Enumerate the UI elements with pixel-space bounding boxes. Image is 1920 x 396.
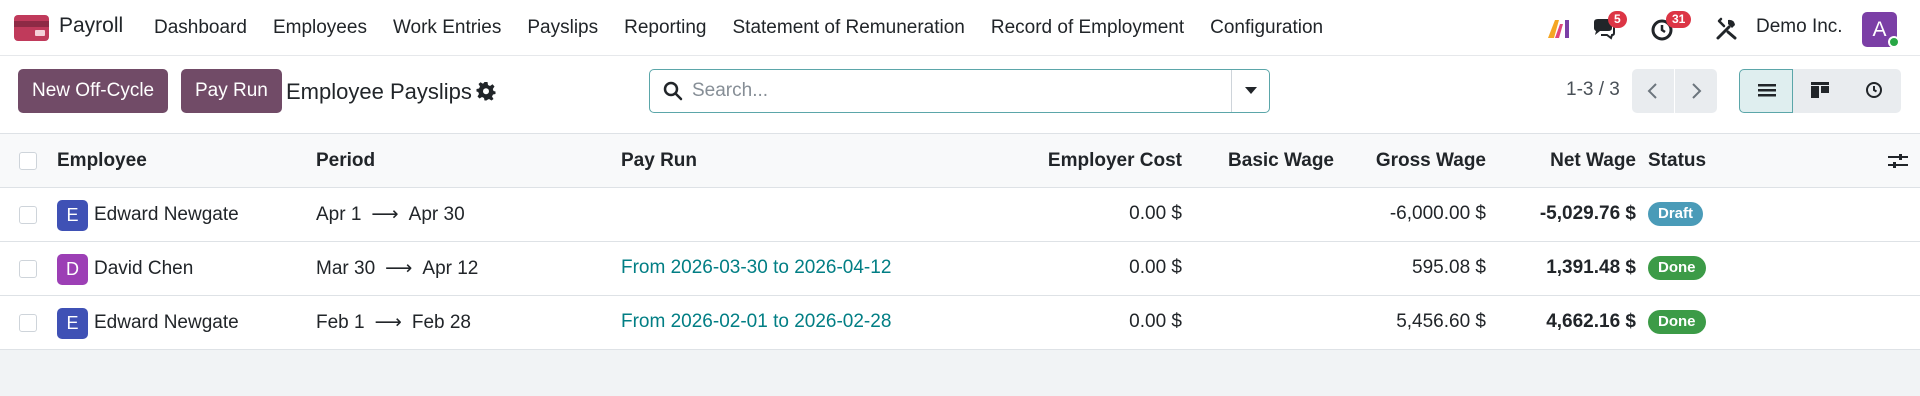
row-checkbox[interactable] [19, 260, 37, 278]
pay-run-button[interactable]: Pay Run [181, 69, 282, 113]
employee-name[interactable]: Edward Newgate [94, 204, 239, 226]
list-view-icon [1758, 84, 1776, 97]
search-icon [663, 81, 683, 101]
employer-cost: 0.00 $ [1129, 311, 1182, 332]
row-checkbox[interactable] [19, 206, 37, 224]
column-header-employer-cost[interactable]: Employer Cost [1048, 150, 1182, 172]
search-input[interactable] [692, 70, 1212, 112]
column-header-pay-run[interactable]: Pay Run [621, 150, 697, 172]
period: Mar 30 ⟶ Apr 12 [316, 257, 478, 280]
period: Feb 1 ⟶ Feb 28 [316, 311, 471, 334]
net-wage: 1,391.48 $ [1546, 257, 1636, 278]
payroll-app-icon[interactable] [14, 15, 49, 41]
period-end: Apr 12 [422, 258, 479, 279]
control-panel: New Off-Cycle Pay Run Employee Payslips … [0, 56, 1920, 134]
period-start: Apr 1 [316, 204, 362, 225]
column-header-gross-wage[interactable]: Gross Wage [1376, 150, 1486, 172]
pager-value[interactable]: 1-3 / 3 [1566, 79, 1620, 101]
debug-tools-icon[interactable] [1714, 16, 1740, 42]
clock-icon [1866, 82, 1882, 98]
menu-payslips[interactable]: Payslips [514, 0, 611, 56]
caret-down-icon [1245, 87, 1257, 94]
menu-work-entries[interactable]: Work Entries [380, 0, 514, 56]
app-name[interactable]: Payroll [59, 14, 123, 38]
table-row[interactable]: E Edward Newgate Feb 1 ⟶ Feb 28 From 2026-… [0, 296, 1920, 350]
pay-run-link[interactable]: From 2026-03-30 to 2026-04-12 [621, 257, 891, 279]
gross-wage: 595.08 $ [1412, 257, 1486, 278]
status-badge: Done [1648, 256, 1706, 280]
table-header: Employee Period Pay Run Employer Cost Ba… [0, 134, 1920, 188]
employer-cost: 0.00 $ [1129, 257, 1182, 278]
employee-name[interactable]: Edward Newgate [94, 312, 239, 334]
chevron-right-icon [1692, 83, 1702, 99]
kanban-view-button[interactable] [1793, 69, 1847, 113]
ai-icon[interactable] [1546, 16, 1572, 42]
status-badge: Done [1648, 310, 1706, 334]
row-checkbox[interactable] [19, 314, 37, 332]
messages-count-badge: 5 [1608, 11, 1627, 28]
menu-employees[interactable]: Employees [260, 0, 380, 56]
arrow-right-icon: ⟶ [385, 258, 413, 279]
search-box [649, 69, 1270, 113]
period-start: Mar 30 [316, 258, 376, 279]
net-wage: -5,029.76 $ [1539, 203, 1636, 224]
arrow-right-icon: ⟶ [374, 312, 402, 333]
activities-count-badge: 31 [1666, 11, 1692, 28]
select-all-checkbox[interactable] [19, 152, 37, 170]
menu-statement-of-remuneration[interactable]: Statement of Remuneration [720, 0, 978, 56]
gross-wage: 5,456.60 $ [1396, 311, 1486, 332]
menu-dashboard[interactable]: Dashboard [141, 0, 260, 56]
activity-view-button[interactable] [1847, 69, 1901, 113]
period-end: Apr 30 [408, 204, 465, 225]
column-header-status[interactable]: Status [1648, 150, 1706, 172]
page-title: Employee Payslips [286, 79, 472, 104]
period-start: Feb 1 [316, 312, 365, 333]
pager-next-button[interactable] [1675, 69, 1717, 113]
table-row[interactable]: E Edward Newgate Apr 1 ⟶ Apr 30 0.00 $ -6,… [0, 188, 1920, 242]
column-header-basic-wage[interactable]: Basic Wage [1228, 150, 1334, 172]
column-header-employee[interactable]: Employee [57, 150, 147, 172]
top-navbar: Payroll Dashboard Employees Work Entries… [0, 0, 1920, 56]
list-view-button[interactable] [1739, 69, 1793, 113]
main-menu: Dashboard Employees Work Entries Payslip… [141, 0, 1336, 56]
online-status-dot [1888, 36, 1900, 48]
search-options-toggle[interactable] [1231, 70, 1269, 112]
kanban-view-icon [1811, 82, 1829, 98]
employee-avatar: E [57, 200, 88, 231]
period-end: Feb 28 [411, 312, 471, 333]
company-switcher[interactable]: Demo Inc. [1756, 16, 1843, 38]
gross-wage: -6,000.00 $ [1389, 203, 1486, 224]
menu-configuration[interactable]: Configuration [1197, 0, 1336, 56]
pay-run-link[interactable]: From 2026-02-01 to 2026-02-28 [621, 311, 891, 333]
employer-cost: 0.00 $ [1129, 203, 1182, 224]
period: Apr 1 ⟶ Apr 30 [316, 203, 465, 226]
optional-columns-icon[interactable] [1888, 152, 1908, 175]
table-row[interactable]: D David Chen Mar 30 ⟶ Apr 12 From 2026-03-… [0, 242, 1920, 296]
chevron-left-icon [1647, 83, 1657, 99]
column-header-period[interactable]: Period [316, 150, 375, 172]
pager-previous-button[interactable] [1632, 69, 1674, 113]
new-off-cycle-button[interactable]: New Off-Cycle [18, 69, 169, 113]
arrow-right-icon: ⟶ [371, 204, 399, 225]
menu-reporting[interactable]: Reporting [611, 0, 719, 56]
employee-avatar: E [57, 308, 88, 339]
menu-record-of-employment[interactable]: Record of Employment [978, 0, 1197, 56]
status-badge: Draft [1648, 202, 1704, 226]
employee-avatar: D [57, 254, 88, 285]
gear-icon[interactable] [476, 81, 496, 101]
column-header-net-wage[interactable]: Net Wage [1550, 150, 1636, 172]
employee-name[interactable]: David Chen [94, 258, 193, 280]
net-wage: 4,662.16 $ [1546, 311, 1636, 332]
